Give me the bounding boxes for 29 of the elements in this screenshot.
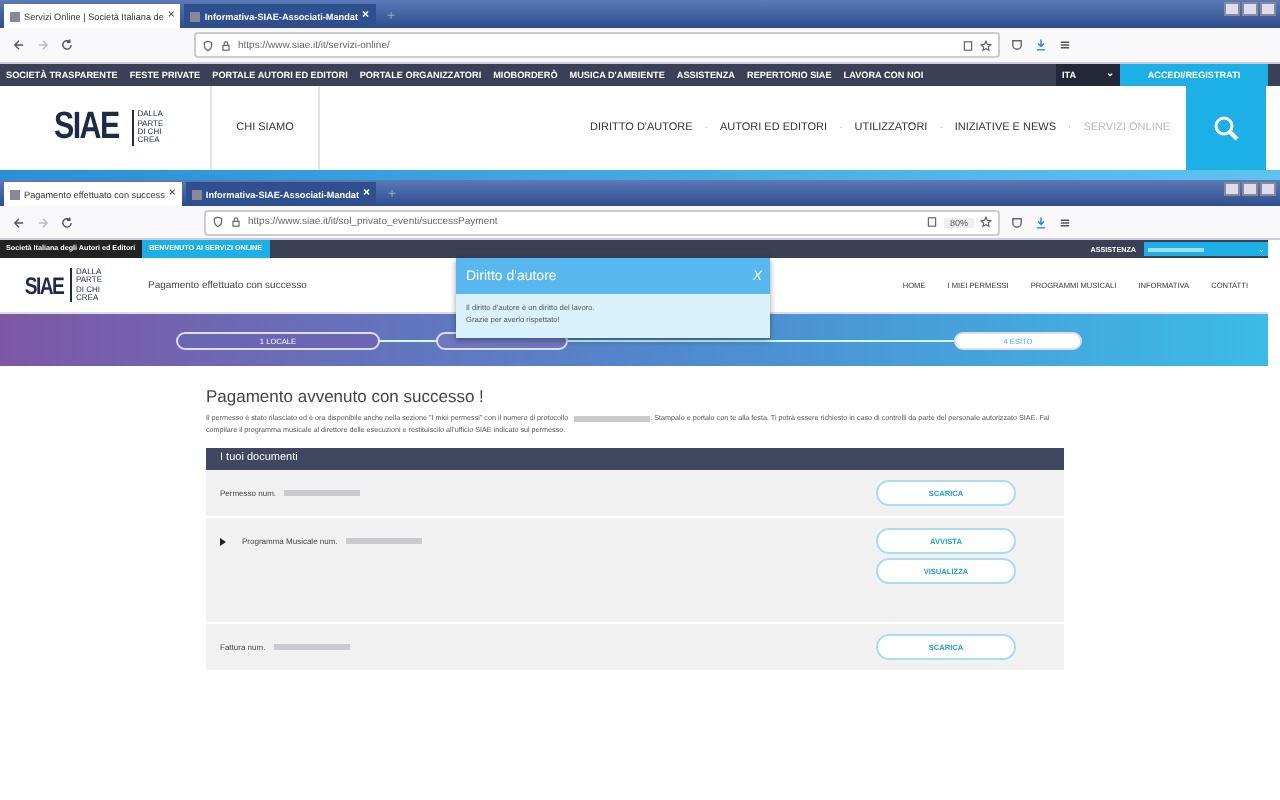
lock-icon (220, 39, 232, 51)
download-icon[interactable] (1034, 215, 1048, 229)
back-icon[interactable] (12, 215, 26, 229)
page-icon (10, 11, 20, 21)
page-icon (10, 189, 20, 199)
redacted-block (284, 490, 361, 496)
pocket-icon[interactable] (1010, 38, 1024, 52)
page-icon (191, 189, 202, 199)
shield-icon (202, 39, 214, 51)
reload-icon[interactable] (60, 38, 74, 52)
expand-arrow-icon[interactable] (220, 537, 226, 545)
download-icon[interactable] (1034, 38, 1048, 52)
back-icon[interactable] (12, 38, 26, 52)
menu-icon[interactable] (1058, 38, 1072, 52)
page-icon (190, 11, 201, 21)
redacted-block (345, 538, 422, 544)
search-icon (1212, 114, 1240, 142)
shield-icon (212, 216, 224, 228)
lock-icon (230, 216, 242, 228)
menu-icon[interactable] (1058, 215, 1072, 229)
pocket-icon[interactable] (1010, 215, 1024, 229)
star-icon[interactable] (980, 216, 992, 228)
star-icon[interactable] (980, 39, 992, 51)
reader-icon[interactable] (925, 216, 938, 228)
reader-icon[interactable] (962, 39, 974, 51)
redacted-block (273, 644, 350, 650)
reload-icon[interactable] (60, 215, 74, 229)
redacted-block (574, 415, 651, 422)
success-heading: Pagamento avvenuto con successo ! (206, 386, 486, 406)
